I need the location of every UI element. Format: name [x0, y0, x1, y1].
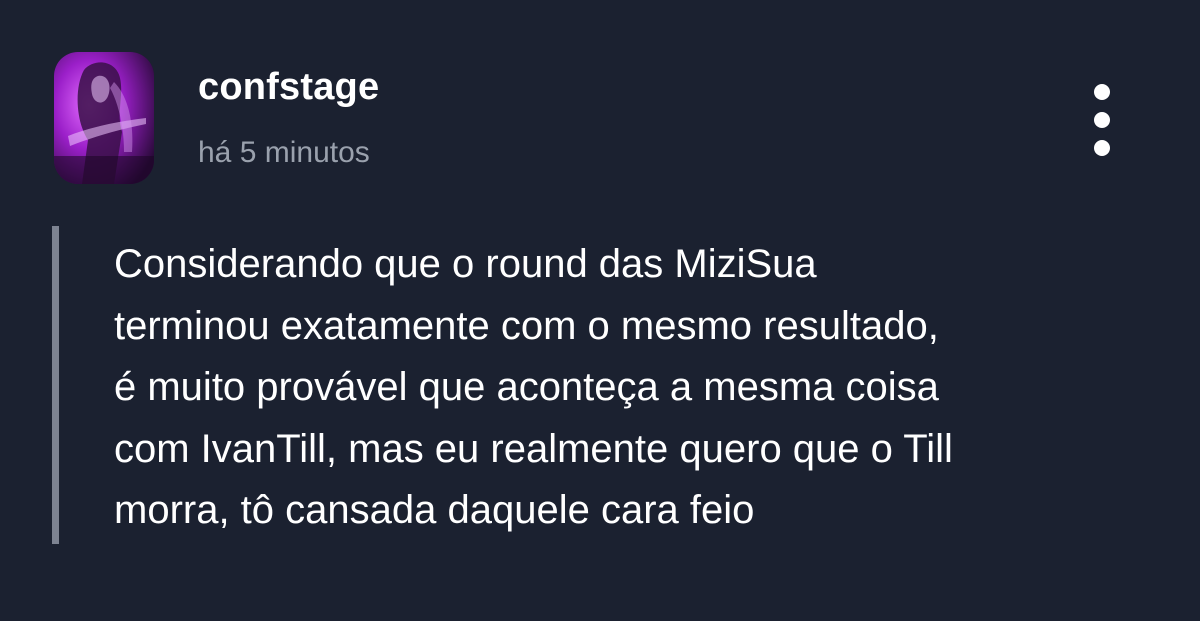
quote-bar [52, 226, 59, 544]
more-dot [1094, 84, 1110, 100]
more-vertical-icon[interactable] [1082, 80, 1122, 160]
post-body: Considerando que o round das MiziSua ter… [114, 242, 953, 532]
more-dot [1094, 140, 1110, 156]
avatar[interactable] [54, 52, 154, 184]
more-dot [1094, 112, 1110, 128]
post-card: confstage há 5 minutos Considerando que … [0, 0, 1200, 621]
post-timestamp: há 5 minutos [198, 136, 370, 169]
avatar-image [54, 52, 154, 184]
post-author[interactable]: confstage [198, 64, 379, 110]
